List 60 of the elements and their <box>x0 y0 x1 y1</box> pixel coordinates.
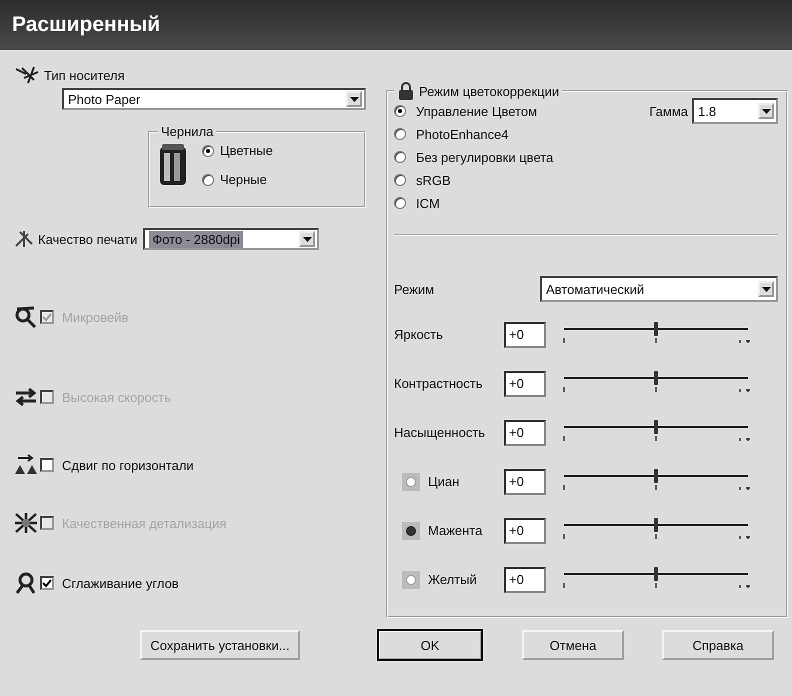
shift-icon <box>14 454 38 476</box>
dropdown-arrow-icon <box>762 286 770 292</box>
mode-dropdown[interactable]: Автоматический <box>540 276 778 302</box>
value-field[interactable]: +0 <box>504 468 546 494</box>
color-correction-title: Режим цветокоррекции <box>419 84 560 98</box>
color-mode-option[interactable]: PhotoEnhance4 <box>394 126 509 142</box>
media-type-label: Тип носителя <box>44 68 125 82</box>
sparkle-icon <box>14 66 40 84</box>
adjustment-label: Яркость <box>394 327 443 342</box>
slider-thumb[interactable] <box>654 566 658 580</box>
ink-group-title: Чернила <box>161 124 214 139</box>
dialog-button[interactable]: OK <box>378 630 482 660</box>
sparkle-icon <box>14 512 38 534</box>
channel-radio[interactable] <box>406 574 416 584</box>
value-field[interactable]: +0 <box>504 518 546 544</box>
check-icon <box>42 312 52 322</box>
ink-cartridge-icon <box>158 143 188 187</box>
color-mode-option[interactable]: Без регулировки цвета <box>394 150 554 164</box>
dialog-button[interactable]: Отмена <box>522 630 624 660</box>
print-quality-label: Качество печати <box>38 232 138 246</box>
value-field[interactable]: +0 <box>504 322 546 348</box>
value-field[interactable]: +0 <box>504 370 546 396</box>
pin-icon <box>14 572 38 594</box>
value-field[interactable]: +0 <box>504 566 546 592</box>
channel-radio[interactable] <box>406 476 416 486</box>
dropdown-arrow-icon <box>302 236 312 242</box>
media-type-dropdown[interactable]: Photo Paper <box>62 88 366 110</box>
check-icon <box>42 578 52 588</box>
mode-label: Режим <box>394 282 434 296</box>
slider-thumb[interactable] <box>654 468 658 482</box>
slider-thumb[interactable] <box>654 420 658 434</box>
ink-option[interactable]: Черные <box>202 172 273 187</box>
channel-label: Желтый <box>428 572 477 587</box>
gamma-label: Гамма <box>649 104 688 118</box>
slider-thumb[interactable] <box>654 322 658 336</box>
dialog-button[interactable]: Сохранить установки... <box>140 630 300 660</box>
print-quality-dropdown[interactable]: Фото - 2880dpi <box>143 228 320 250</box>
channel-label: Мажента <box>428 523 482 538</box>
channel-radio[interactable] <box>406 526 416 536</box>
dropdown-arrow-icon <box>350 96 358 102</box>
dropdown-arrow-icon <box>762 108 770 114</box>
adjustment-label: Контрастность <box>394 376 482 391</box>
slider-thumb[interactable] <box>654 518 658 532</box>
ink-option[interactable]: Цветные <box>202 143 273 158</box>
lock-icon <box>397 82 415 100</box>
channel-label: Циан <box>428 474 460 489</box>
arrows-icon <box>14 386 38 408</box>
window-title: Расширенный <box>12 13 160 37</box>
color-mode-option[interactable]: ICM <box>394 196 440 210</box>
adjustment-label: Насыщенность <box>394 425 486 440</box>
option-checkbox[interactable]: Сдвиг по горизонтали <box>40 458 194 472</box>
dialog-button[interactable]: Справка <box>662 630 774 660</box>
gamma-dropdown[interactable]: 1.8 <box>692 98 778 124</box>
option-checkbox[interactable]: Сглаживание углов <box>40 576 179 590</box>
color-mode-option[interactable]: Управление Цветом <box>394 104 538 118</box>
magnifier-icon <box>14 306 38 328</box>
color-mode-option[interactable]: sRGB <box>394 172 451 188</box>
slider-thumb[interactable] <box>654 370 658 384</box>
sparkle-icon <box>14 230 34 248</box>
value-field[interactable]: +0 <box>504 420 546 446</box>
